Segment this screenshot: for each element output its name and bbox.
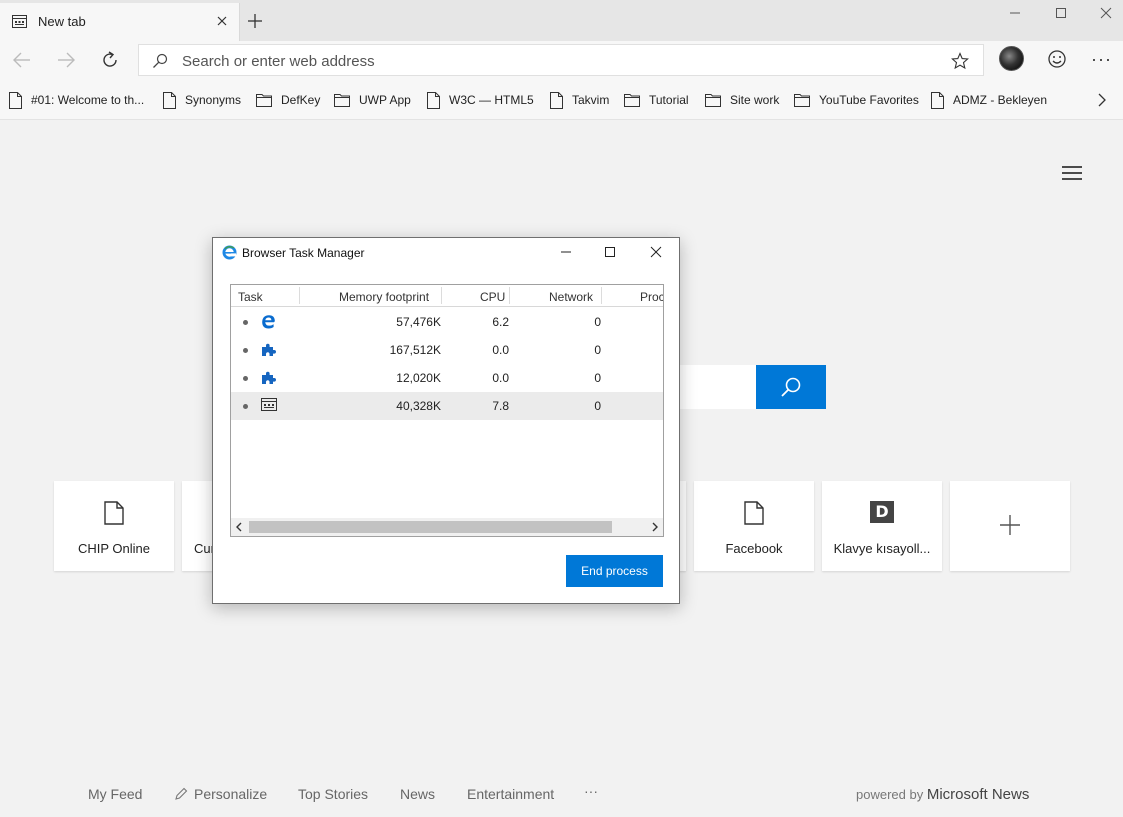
col-memory[interactable]: Memory footprint <box>339 290 429 304</box>
favorite-star-icon[interactable] <box>951 52 969 70</box>
dialog-title: Browser Task Manager <box>242 246 365 260</box>
top-site-tile[interactable]: Facebook <box>694 481 814 571</box>
toolbar: Search or enter web address ··· <box>0 41 1123 79</box>
dialog-close-icon[interactable] <box>650 246 662 258</box>
dialog-maximize-icon[interactable] <box>604 246 616 258</box>
maximize-icon <box>1056 8 1066 18</box>
task-row[interactable]: 12,020K 0.0 0 <box>231 364 663 392</box>
scroll-left-icon[interactable] <box>235 521 243 533</box>
folder-icon <box>794 94 810 107</box>
col-task[interactable]: Task <box>238 290 263 304</box>
favorite-folder[interactable]: Site work <box>705 91 779 109</box>
nav-entertainment[interactable]: Entertainment <box>467 786 554 802</box>
feedback-smiley-icon[interactable] <box>1047 49 1067 69</box>
favorite-folder[interactable]: YouTube Favorites <box>794 91 919 109</box>
forward-arrow-icon[interactable] <box>55 49 77 71</box>
microsoft-news-brand[interactable]: Microsoft News <box>927 786 1030 803</box>
favorites-bar: #01: Welcome to th... Synonyms DefKey UW… <box>0 79 1123 120</box>
plus-icon <box>1000 515 1020 535</box>
site-d-logo-icon: D <box>870 501 894 523</box>
col-cpu[interactable]: CPU <box>480 290 505 304</box>
top-site-tile[interactable]: D Klavye kısayoll... <box>822 481 942 571</box>
favorite-item[interactable]: Synonyms <box>163 91 241 109</box>
favorite-item[interactable]: #01: Welcome to th... <box>9 91 144 109</box>
nav-personalize[interactable]: Personalize <box>194 786 267 802</box>
add-site-tile[interactable] <box>950 481 1070 571</box>
address-placeholder: Search or enter web address <box>182 53 375 70</box>
task-row[interactable]: 57,476K 6.2 0 <box>231 308 663 336</box>
pencil-icon <box>175 787 188 800</box>
favorite-item[interactable]: ADMZ - Bekleyen <box>931 91 1047 109</box>
tab-title: New tab <box>38 14 86 29</box>
page-icon <box>550 91 563 109</box>
nav-news[interactable]: News <box>400 786 435 802</box>
end-process-button[interactable]: End process <box>566 555 663 587</box>
hamburger-menu-icon[interactable] <box>1062 165 1082 181</box>
settings-more-icon[interactable]: ··· <box>1091 49 1112 70</box>
chevron-right-icon[interactable] <box>1096 92 1108 108</box>
page-icon <box>931 91 944 109</box>
nav-top-stories[interactable]: Top Stories <box>298 786 368 802</box>
folder-icon <box>256 94 272 107</box>
favorite-item[interactable]: Takvim <box>550 91 609 109</box>
task-row[interactable]: 167,512K 0.0 0 <box>231 336 663 364</box>
dialog-minimize-icon[interactable] <box>560 246 572 258</box>
horizontal-scrollbar[interactable] <box>231 518 663 536</box>
address-bar[interactable]: Search or enter web address <box>138 44 984 76</box>
favorite-folder[interactable]: Tutorial <box>624 91 689 109</box>
web-search-button[interactable] <box>756 365 826 409</box>
page-icon <box>744 501 764 525</box>
newtab-page-icon <box>12 15 27 28</box>
edge-logo-icon <box>222 245 237 260</box>
back-arrow-icon[interactable] <box>11 49 33 71</box>
task-row-selected[interactable]: 40,328K 7.8 0 <box>231 392 663 420</box>
page-icon <box>9 91 22 109</box>
search-icon <box>781 377 801 397</box>
page-icon <box>104 501 124 525</box>
maximize-button[interactable] <box>1038 0 1084 28</box>
task-list-header: Task Memory footprint CPU Network Proc <box>231 285 663 307</box>
page-icon <box>427 91 440 109</box>
powered-by: powered by Microsoft News <box>856 786 1030 803</box>
close-window-button[interactable] <box>1083 0 1123 28</box>
tile-label: CHIP Online <box>77 541 150 556</box>
scrollbar-thumb[interactable] <box>249 521 612 533</box>
favorite-item[interactable]: W3C — HTML5 <box>427 91 534 109</box>
close-tab-icon[interactable] <box>214 13 230 29</box>
col-process[interactable]: Proc <box>640 290 663 304</box>
task-list: Task Memory footprint CPU Network Proc 5… <box>230 284 664 537</box>
favorite-folder[interactable]: UWP App <box>334 91 411 109</box>
tile-label: Klavye kısayoll... <box>833 541 931 556</box>
task-manager-dialog: Browser Task Manager Task Memory footpri… <box>212 237 680 604</box>
minimize-icon <box>1010 12 1020 14</box>
tab-new-tab[interactable]: New tab <box>0 3 240 41</box>
edge-icon <box>262 315 275 329</box>
folder-icon <box>334 94 350 107</box>
extension-icon <box>262 371 276 384</box>
search-icon <box>153 53 168 68</box>
refresh-icon[interactable] <box>99 49 121 71</box>
profile-avatar[interactable] <box>999 46 1024 71</box>
minimize-button[interactable] <box>992 0 1038 28</box>
extension-icon <box>262 343 276 356</box>
nav-more-icon[interactable]: ··· <box>584 783 598 799</box>
scroll-right-icon[interactable] <box>651 521 659 533</box>
close-icon <box>1100 7 1112 19</box>
tab-strip: New tab <box>0 0 1123 41</box>
top-site-tile[interactable]: CHIP Online <box>54 481 174 571</box>
nav-my-feed[interactable]: My Feed <box>88 786 142 802</box>
new-tab-plus-icon[interactable] <box>246 12 264 30</box>
folder-icon <box>705 94 721 107</box>
folder-icon <box>624 94 640 107</box>
favorite-folder[interactable]: DefKey <box>256 91 320 109</box>
tab-page-icon <box>261 398 277 411</box>
col-network[interactable]: Network <box>549 290 593 304</box>
page-icon <box>163 91 176 109</box>
tile-label: Facebook <box>725 541 783 556</box>
